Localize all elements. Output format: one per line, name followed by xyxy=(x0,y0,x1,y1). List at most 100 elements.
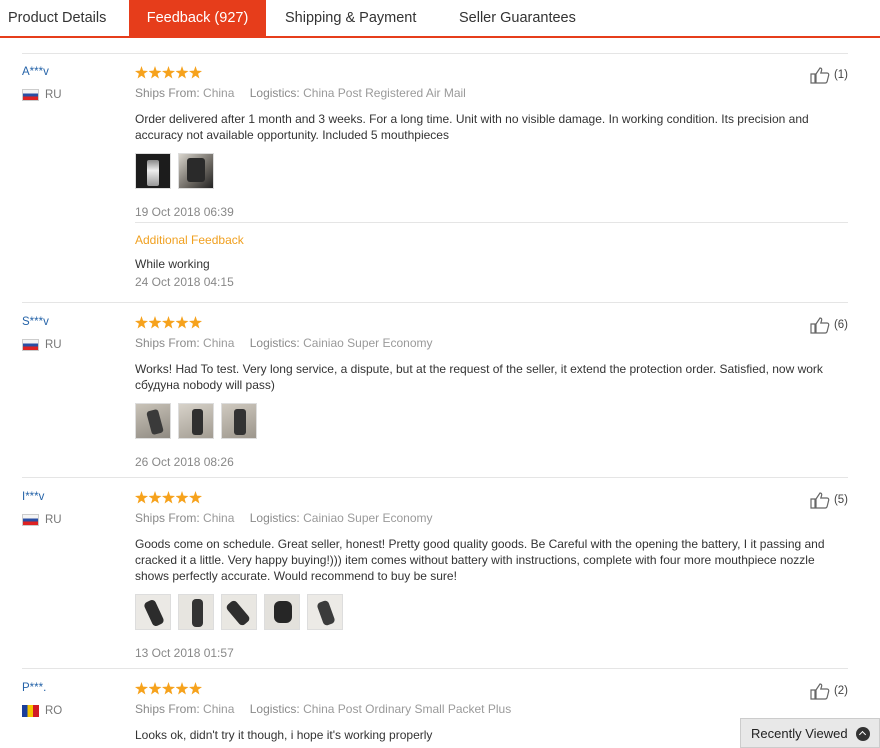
recently-viewed-button[interactable]: Recently Viewed xyxy=(740,718,880,748)
star-icon xyxy=(135,491,148,504)
review-photo[interactable] xyxy=(221,403,257,439)
review-content: Ships From: China Logistics: Cainiao Sup… xyxy=(135,491,848,660)
ships-from-label: Ships From: xyxy=(135,702,200,716)
review-photos xyxy=(135,403,848,441)
star-icon xyxy=(148,491,162,504)
tab-seller-guarantees[interactable]: Seller Guarantees xyxy=(459,0,576,36)
review-text: Works! Had To test. Very long service, a… xyxy=(135,362,823,392)
star-icon xyxy=(175,316,189,329)
reviewer-country: RU xyxy=(22,514,62,526)
review-meta: Ships From: China Logistics: China Post … xyxy=(135,702,848,718)
divider xyxy=(22,668,848,669)
country-code: RO xyxy=(45,705,63,717)
logistics-value: China Post Ordinary Small Packet Plus xyxy=(303,702,512,716)
star-icon xyxy=(148,682,162,695)
helpful-button[interactable]: (1) xyxy=(810,66,848,84)
tab-product-details[interactable]: Product Details xyxy=(8,0,106,36)
logistics-label: Logistics: xyxy=(249,702,300,716)
ships-from-value: China xyxy=(203,86,235,100)
reviewer-name[interactable]: S***v xyxy=(22,316,49,328)
divider xyxy=(22,53,848,54)
review-text: Looks ok, didn't try it though, i hope i… xyxy=(135,728,433,742)
star-icon xyxy=(175,491,189,504)
divider xyxy=(22,302,848,303)
review-content: Ships From: China Logistics: China Post … xyxy=(135,66,848,219)
star-rating xyxy=(135,316,848,330)
reviewer-name[interactable]: I***v xyxy=(22,491,44,503)
country-code: RU xyxy=(45,339,62,351)
reviewer-country: RU xyxy=(22,89,62,101)
review-meta: Ships From: China Logistics: China Post … xyxy=(135,86,848,102)
divider xyxy=(135,222,848,223)
additional-feedback: Additional Feedback While working 24 Oct… xyxy=(135,233,848,289)
star-icon xyxy=(162,66,175,79)
ships-from-label: Ships From: xyxy=(135,86,200,100)
ships-from-value: China xyxy=(203,336,235,350)
helpful-button[interactable]: (6) xyxy=(810,316,848,334)
tab-bar: Product Details Feedback (927) Shipping … xyxy=(0,0,880,38)
review-date: 13 Oct 2018 01:57 xyxy=(135,646,234,660)
logistics-label: Logistics: xyxy=(249,511,300,525)
review-photo[interactable] xyxy=(135,594,171,630)
helpful-count: (2) xyxy=(833,685,848,697)
ships-from-label: Ships From: xyxy=(135,336,200,350)
star-icon xyxy=(189,66,202,79)
review-photos xyxy=(135,594,848,632)
star-icon xyxy=(175,66,189,79)
review-meta: Ships From: China Logistics: Cainiao Sup… xyxy=(135,511,848,527)
divider xyxy=(22,477,848,478)
review-content: Ships From: China Logistics: Cainiao Sup… xyxy=(135,316,848,469)
star-icon xyxy=(189,491,202,504)
additional-feedback-date: 24 Oct 2018 04:15 xyxy=(135,275,234,289)
review-photos xyxy=(135,153,848,191)
thumbs-up-icon xyxy=(810,492,830,509)
helpful-count: (5) xyxy=(833,494,848,506)
country-code: RU xyxy=(45,89,62,101)
additional-feedback-text: While working xyxy=(135,257,210,271)
star-icon xyxy=(135,682,148,695)
review-photo[interactable] xyxy=(135,403,171,439)
review-text: Goods come on schedule. Great seller, ho… xyxy=(135,537,825,583)
review-photo[interactable] xyxy=(264,594,300,630)
tab-feedback[interactable]: Feedback (927) xyxy=(129,0,266,38)
review-photo[interactable] xyxy=(178,153,214,189)
tab-shipping-payment[interactable]: Shipping & Payment xyxy=(285,0,416,36)
review-photo[interactable] xyxy=(178,594,214,630)
chevron-up-icon xyxy=(856,727,870,741)
reviewer-name[interactable]: P***. xyxy=(22,682,46,694)
russia-flag-icon xyxy=(22,339,39,351)
helpful-button[interactable]: (2) xyxy=(810,682,848,700)
star-icon xyxy=(135,66,148,79)
logistics-value: Cainiao Super Economy xyxy=(303,511,433,525)
review-photo[interactable] xyxy=(307,594,343,630)
review-photo[interactable] xyxy=(178,403,214,439)
helpful-count: (1) xyxy=(833,69,848,81)
star-icon xyxy=(135,316,148,329)
review-date: 26 Oct 2018 08:26 xyxy=(135,455,234,469)
star-icon xyxy=(175,682,189,695)
ships-from-label: Ships From: xyxy=(135,511,200,525)
logistics-value: China Post Registered Air Mail xyxy=(303,86,466,100)
review-meta: Ships From: China Logistics: Cainiao Sup… xyxy=(135,336,848,352)
reviewer-country: RO xyxy=(22,705,62,717)
helpful-count: (6) xyxy=(833,319,848,331)
reviewer-country: RU xyxy=(22,339,62,351)
star-icon xyxy=(162,316,175,329)
star-icon xyxy=(189,316,202,329)
star-rating xyxy=(135,682,848,696)
logistics-label: Logistics: xyxy=(249,86,300,100)
star-rating xyxy=(135,66,848,80)
reviewer-name[interactable]: A***v xyxy=(22,66,49,78)
recently-viewed-label: Recently Viewed xyxy=(751,725,848,741)
helpful-button[interactable]: (5) xyxy=(810,491,848,509)
review-text: Order delivered after 1 month and 3 week… xyxy=(135,112,809,142)
logistics-value: Cainiao Super Economy xyxy=(303,336,433,350)
thumbs-up-icon xyxy=(810,317,830,334)
russia-flag-icon xyxy=(22,514,39,526)
star-icon xyxy=(189,682,202,695)
review-photo[interactable] xyxy=(135,153,171,189)
star-icon xyxy=(148,316,162,329)
review-photo[interactable] xyxy=(221,594,257,630)
ships-from-value: China xyxy=(203,702,235,716)
review-date: 19 Oct 2018 06:39 xyxy=(135,205,234,219)
